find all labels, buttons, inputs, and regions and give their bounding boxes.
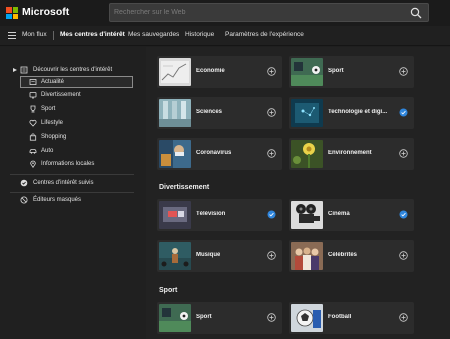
topic-card-coronavirus[interactable]: Coronavirus	[157, 138, 282, 170]
topic-card-label: Environnement	[328, 150, 372, 156]
sidebar-item-shopping[interactable]: Shopping	[0, 131, 146, 144]
sidebar-item-label: Divertissement	[41, 92, 81, 98]
sidebar-item-label: Auto	[41, 148, 54, 154]
topic-thumbnail	[159, 201, 191, 229]
menu-icon[interactable]	[8, 32, 16, 39]
sidebar-followed-label: Centres d'intérêt suivis	[33, 180, 94, 186]
sidebar-item-label: Informations locales	[41, 161, 95, 167]
nav-bar: Mon flux Mes centres d'intérêt Mes sauve…	[0, 26, 450, 46]
sidebar-hidden-label: Éditeurs masqués	[33, 197, 82, 203]
sidebar-item-label: Sport	[41, 106, 56, 112]
topic-card-celebrites[interactable]: Célébrités	[289, 240, 414, 272]
topic-card-label: Sciences	[196, 109, 223, 115]
nav-separator	[53, 31, 54, 40]
sidebar-item-sport[interactable]: Sport	[0, 103, 146, 116]
topic-card-sport-2[interactable]: Sport	[157, 302, 282, 334]
search-input[interactable]	[114, 6, 394, 19]
topic-thumbnail	[291, 304, 323, 332]
sidebar-item-auto[interactable]: Auto	[0, 145, 146, 158]
section-title-divertissement: Divertissement	[159, 184, 210, 191]
topic-thumbnail	[291, 58, 323, 86]
topic-thumbnail	[159, 58, 191, 86]
topic-thumbnail	[291, 140, 323, 168]
followed-check-icon[interactable]	[399, 210, 408, 219]
topic-card-label: Télévision	[196, 211, 226, 217]
add-icon[interactable]	[267, 251, 276, 260]
add-icon[interactable]	[267, 108, 276, 117]
topic-card-label: Coronavirus	[196, 150, 232, 156]
search-box[interactable]	[109, 3, 429, 22]
topic-card-football[interactable]: Football	[289, 302, 414, 334]
car-icon	[29, 149, 37, 154]
brand-name[interactable]: Microsoft	[22, 6, 69, 18]
topic-card-cinema[interactable]: Cinéma	[289, 199, 414, 231]
topic-card-technologie[interactable]: Technologie et digi...	[289, 97, 414, 129]
topic-card-label: Technologie et digi...	[328, 109, 388, 115]
topic-thumbnail	[159, 99, 191, 127]
topic-card-label: Sport	[328, 68, 344, 74]
sidebar: Découvrir les centres d'intérêt Actualit…	[0, 47, 146, 339]
heart-icon	[29, 119, 37, 127]
trophy-icon	[30, 105, 36, 113]
topic-card-label: Sport	[196, 314, 212, 320]
search-icon[interactable]	[410, 7, 422, 19]
top-bar: Microsoft	[0, 0, 450, 26]
topic-card-label: Économie	[196, 68, 225, 74]
tab-mes-sauvegardes[interactable]: Mes sauvegardes	[128, 31, 179, 38]
sidebar-item-lifestyle[interactable]: Lifestyle	[0, 117, 146, 130]
tab-parametres[interactable]: Paramètres de l'expérience	[225, 31, 304, 38]
topic-card-musique[interactable]: Musique	[157, 240, 282, 272]
topic-thumbnail	[159, 304, 191, 332]
sidebar-item-label: Actualité	[41, 79, 65, 85]
add-icon[interactable]	[267, 67, 276, 76]
topic-card-label: Musique	[196, 252, 221, 258]
topic-thumbnail	[291, 242, 323, 270]
sidebar-item-label: Shopping	[41, 134, 67, 140]
tv-icon	[29, 92, 37, 99]
section-title-sport: Sport	[159, 287, 178, 294]
topic-card-sport[interactable]: Sport	[289, 56, 414, 88]
sidebar-item-actualite[interactable]: Actualité	[0, 76, 146, 89]
sidebar-followed[interactable]: Centres d'intérêt suivis	[0, 177, 146, 190]
followed-check-icon[interactable]	[399, 108, 408, 117]
tab-mon-flux[interactable]: Mon flux	[22, 31, 47, 38]
bag-icon	[29, 133, 37, 141]
sidebar-divider	[10, 174, 134, 175]
sidebar-item-informations-locales[interactable]: Informations locales	[0, 158, 146, 171]
tab-mes-centres-interet[interactable]: Mes centres d'intérêt	[60, 31, 125, 38]
caret-down-icon	[13, 68, 17, 72]
add-icon[interactable]	[399, 67, 408, 76]
topic-card-television[interactable]: Télévision	[157, 199, 282, 231]
add-icon[interactable]	[267, 149, 276, 158]
add-icon[interactable]	[267, 313, 276, 322]
discover-icon	[20, 66, 28, 74]
topic-card-environnement[interactable]: Environnement	[289, 138, 414, 170]
main-content: Économie Sport Sciences Technologie et d…	[146, 47, 450, 339]
add-icon[interactable]	[399, 149, 408, 158]
topic-card-economie[interactable]: Économie	[157, 56, 282, 88]
topic-card-label: Football	[328, 314, 352, 320]
sidebar-divider	[10, 192, 134, 193]
add-icon[interactable]	[399, 251, 408, 260]
microsoft-logo-icon[interactable]	[6, 7, 18, 19]
topic-thumbnail	[291, 99, 323, 127]
topic-card-label: Célébrités	[328, 252, 358, 258]
topic-thumbnail	[291, 201, 323, 229]
newspaper-icon	[29, 79, 37, 85]
sidebar-item-divertissement[interactable]: Divertissement	[0, 89, 146, 102]
topic-thumbnail	[159, 140, 191, 168]
check-circle-icon	[20, 179, 28, 187]
topic-thumbnail	[159, 242, 191, 270]
sidebar-discover-label: Découvrir les centres d'intérêt	[33, 67, 113, 73]
blocked-icon	[20, 196, 28, 204]
topic-card-label: Cinéma	[328, 211, 350, 217]
sidebar-item-label: Lifestyle	[41, 120, 64, 126]
followed-check-icon[interactable]	[267, 210, 276, 219]
add-icon[interactable]	[399, 313, 408, 322]
sidebar-hidden-publishers[interactable]: Éditeurs masqués	[0, 194, 146, 207]
pin-icon	[30, 160, 36, 168]
topic-card-sciences[interactable]: Sciences	[157, 97, 282, 129]
tab-historique[interactable]: Historique	[185, 31, 214, 38]
